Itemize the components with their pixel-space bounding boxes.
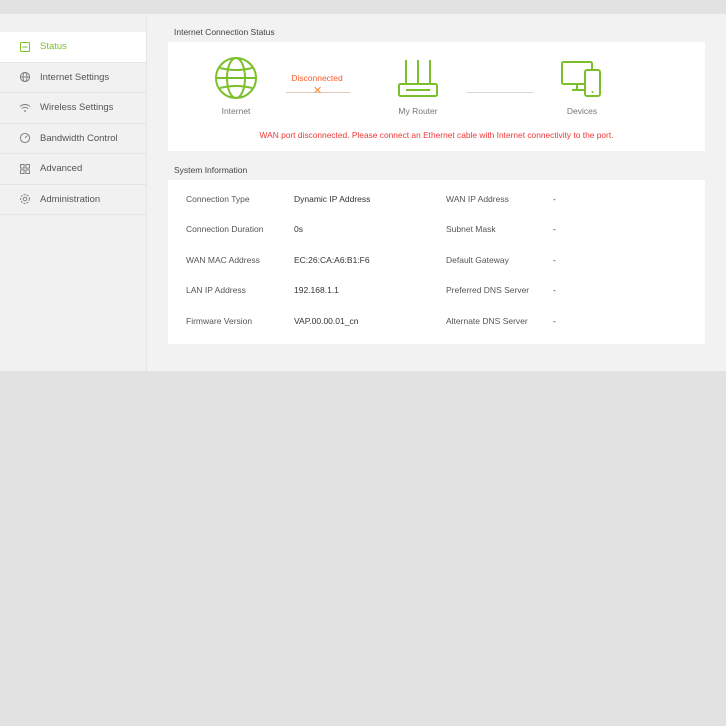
info-value: 0s bbox=[294, 224, 303, 234]
info-value: - bbox=[553, 224, 556, 234]
wan-warning-message: WAN port disconnected. Please connect an… bbox=[259, 130, 614, 140]
info-row: Firmware Version VAP.00.00.01_cn Alterna… bbox=[168, 316, 705, 336]
info-value: - bbox=[553, 285, 556, 295]
info-value: - bbox=[553, 255, 556, 265]
sidebar-item-status[interactable]: Status bbox=[0, 32, 146, 63]
info-row: Connection Duration 0s Subnet Mask - bbox=[168, 224, 705, 244]
system-information-title: System Information bbox=[174, 165, 248, 175]
status-icon bbox=[19, 41, 31, 53]
connection-status-title: Internet Connection Status bbox=[174, 27, 275, 37]
info-value: Dynamic IP Address bbox=[294, 194, 371, 204]
disconnected-x-icon: ✕ bbox=[313, 85, 323, 97]
devices-icon bbox=[561, 61, 601, 97]
info-value: 192.168.1.1 bbox=[294, 285, 339, 295]
devices-label: Devices bbox=[566, 106, 598, 116]
router-label: My Router bbox=[398, 106, 438, 116]
info-label: Subnet Mask bbox=[446, 224, 496, 234]
sidebar-item-label: Status bbox=[40, 41, 67, 53]
info-label: Alternate DNS Server bbox=[446, 316, 528, 326]
sidebar: Status Internet Settings Wireless Settin… bbox=[0, 14, 147, 371]
internet-node: Internet bbox=[212, 56, 260, 116]
sidebar-item-label: Bandwidth Control bbox=[40, 132, 118, 144]
gauge-icon bbox=[19, 132, 31, 144]
info-row: LAN IP Address 192.168.1.1 Preferred DNS… bbox=[168, 285, 705, 305]
info-label: Connection Type bbox=[186, 194, 250, 204]
info-value: VAP.00.00.01_cn bbox=[294, 316, 359, 326]
router-node: My Router bbox=[394, 56, 442, 116]
info-label: Firmware Version bbox=[186, 316, 253, 326]
info-label: Default Gateway bbox=[446, 255, 509, 265]
grid-icon bbox=[19, 163, 31, 175]
system-information-card: Connection Type Dynamic IP Address WAN I… bbox=[168, 180, 705, 344]
sidebar-item-internet-settings[interactable]: Internet Settings bbox=[0, 63, 146, 93]
sidebar-item-bandwidth-control[interactable]: Bandwidth Control bbox=[0, 124, 146, 154]
wifi-icon bbox=[19, 102, 31, 114]
globe-icon bbox=[19, 71, 31, 83]
internet-globe-icon bbox=[215, 57, 257, 99]
sidebar-item-wireless-settings[interactable]: Wireless Settings bbox=[0, 93, 146, 124]
info-value: - bbox=[553, 316, 556, 326]
info-label: WAN MAC Address bbox=[186, 255, 260, 265]
info-value: EC:26:CA:A6:B1:F6 bbox=[294, 255, 370, 265]
sidebar-item-label: Advanced bbox=[40, 163, 83, 175]
router-icon bbox=[398, 60, 438, 97]
info-value: - bbox=[553, 194, 556, 204]
top-bar bbox=[0, 0, 726, 14]
devices-node: Devices bbox=[556, 56, 608, 116]
disconnected-label: Disconnected bbox=[291, 73, 343, 83]
info-label: WAN IP Address bbox=[446, 194, 509, 204]
connection-status-card: Internet Disconnected ✕ My Router Device… bbox=[168, 42, 705, 151]
gear-icon bbox=[19, 193, 31, 205]
info-label: Connection Duration bbox=[186, 224, 264, 234]
devices-link-line bbox=[466, 92, 534, 93]
main-content: Internet Connection Status Internet Disc… bbox=[147, 14, 726, 371]
sidebar-item-label: Internet Settings bbox=[40, 71, 110, 83]
info-row: WAN MAC Address EC:26:CA:A6:B1:F6 Defaul… bbox=[168, 255, 705, 275]
sidebar-item-label: Administration bbox=[40, 193, 101, 205]
info-label: LAN IP Address bbox=[186, 285, 246, 295]
info-label: Preferred DNS Server bbox=[446, 285, 530, 295]
info-row: Connection Type Dynamic IP Address WAN I… bbox=[168, 194, 705, 214]
sidebar-item-label: Wireless Settings bbox=[40, 102, 114, 114]
sidebar-item-advanced[interactable]: Advanced bbox=[0, 154, 146, 185]
sidebar-item-administration[interactable]: Administration bbox=[0, 185, 146, 215]
internet-label: Internet bbox=[221, 106, 251, 116]
